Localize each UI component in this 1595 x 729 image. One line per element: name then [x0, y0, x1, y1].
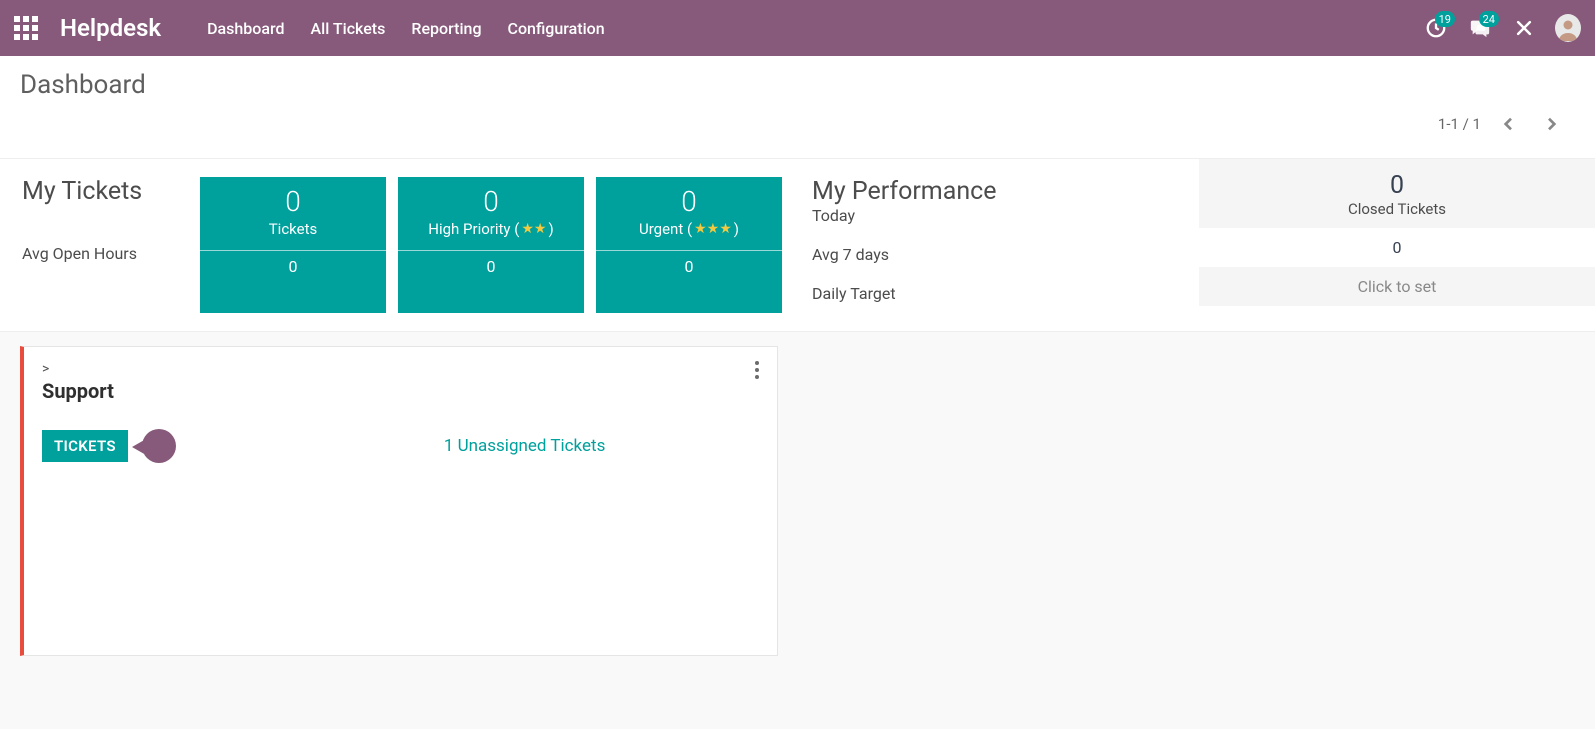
kpi-tickets[interactable]: 0 Tickets 0	[200, 177, 386, 313]
top-navbar: Helpdesk Dashboard All Tickets Reporting…	[0, 0, 1595, 56]
kpi-cards: 0 Tickets 0 0 High Priority ( ★★ ) 0 0 U…	[200, 159, 782, 331]
breadcrumb-bar: Dashboard 1-1 / 1	[0, 56, 1595, 159]
perf-avg7-label: Avg 7 days	[812, 235, 1140, 274]
my-tickets-title: My Tickets	[22, 177, 178, 206]
pointer-icon	[138, 427, 176, 465]
unassigned-link[interactable]: 1 Unassigned Tickets	[444, 436, 606, 456]
kpi-urgent-num: 0	[600, 185, 778, 218]
closed-tickets-label: Closed Tickets	[1199, 200, 1595, 228]
nav-configuration[interactable]: Configuration	[508, 19, 605, 38]
my-performance-title: My Performance	[812, 177, 1140, 206]
kpi-tickets-label: Tickets	[269, 220, 318, 238]
pager-prev-icon[interactable]	[1495, 110, 1523, 138]
kpi-urgent-label-end: )	[734, 220, 739, 238]
summary-panels: My Tickets Avg Open Hours 0 Tickets 0 0 …	[0, 159, 1595, 332]
closed-tickets-num: 0	[1199, 165, 1595, 200]
kpi-urgent-bottom: 0	[596, 250, 782, 282]
daily-target-set[interactable]: Click to set	[1199, 267, 1595, 306]
card-caret[interactable]: >	[42, 361, 114, 377]
apps-grid-icon[interactable]	[14, 14, 42, 42]
pager: 1-1 / 1	[20, 110, 1575, 138]
nav-items: Dashboard All Tickets Reporting Configur…	[207, 19, 605, 38]
pager-range[interactable]: 1-1 / 1	[1438, 115, 1481, 133]
nav-dashboard[interactable]: Dashboard	[207, 19, 284, 38]
nav-reporting[interactable]: Reporting	[411, 19, 481, 38]
discuss-badge: 24	[1479, 11, 1499, 27]
card-title[interactable]: Support	[42, 379, 114, 403]
discuss-icon[interactable]: 24	[1467, 15, 1493, 41]
team-card-support: > Support TICKETS 1 Unassigned Tickets	[20, 346, 778, 656]
brand-title[interactable]: Helpdesk	[60, 14, 161, 42]
kanban-content: > Support TICKETS 1 Unassigned Tickets	[0, 332, 1595, 670]
activity-icon[interactable]: 19	[1423, 15, 1449, 41]
star-icon: ★★	[521, 221, 546, 237]
perf-today-label: Today	[812, 206, 1140, 225]
kpi-tickets-num: 0	[204, 185, 382, 218]
card-menu-icon[interactable]	[755, 361, 759, 403]
kpi-high-priority[interactable]: 0 High Priority ( ★★ ) 0	[398, 177, 584, 313]
tickets-button[interactable]: TICKETS	[42, 430, 128, 462]
perf-avg7-val: 0	[1199, 228, 1595, 267]
kpi-tickets-bottom: 0	[200, 250, 386, 282]
nav-all-tickets[interactable]: All Tickets	[311, 19, 386, 38]
perf-target-label: Daily Target	[812, 274, 1140, 313]
kpi-urgent-label: Urgent (	[639, 220, 692, 238]
star-icon: ★★★	[694, 221, 732, 237]
perf-values: 0 Closed Tickets 0 Click to set	[1199, 159, 1595, 331]
close-icon[interactable]	[1511, 15, 1537, 41]
kpi-high-bottom: 0	[398, 250, 584, 282]
kpi-urgent[interactable]: 0 Urgent ( ★★★ ) 0	[596, 177, 782, 313]
page-title: Dashboard	[20, 70, 1575, 100]
kpi-high-label: High Priority (	[428, 220, 519, 238]
avatar[interactable]	[1555, 15, 1581, 41]
kpi-high-num: 0	[402, 185, 580, 218]
avg-open-hours-label: Avg Open Hours	[22, 236, 178, 271]
pager-next-icon[interactable]	[1537, 110, 1565, 138]
kpi-high-label-end: )	[548, 220, 553, 238]
activity-badge: 19	[1435, 11, 1455, 27]
